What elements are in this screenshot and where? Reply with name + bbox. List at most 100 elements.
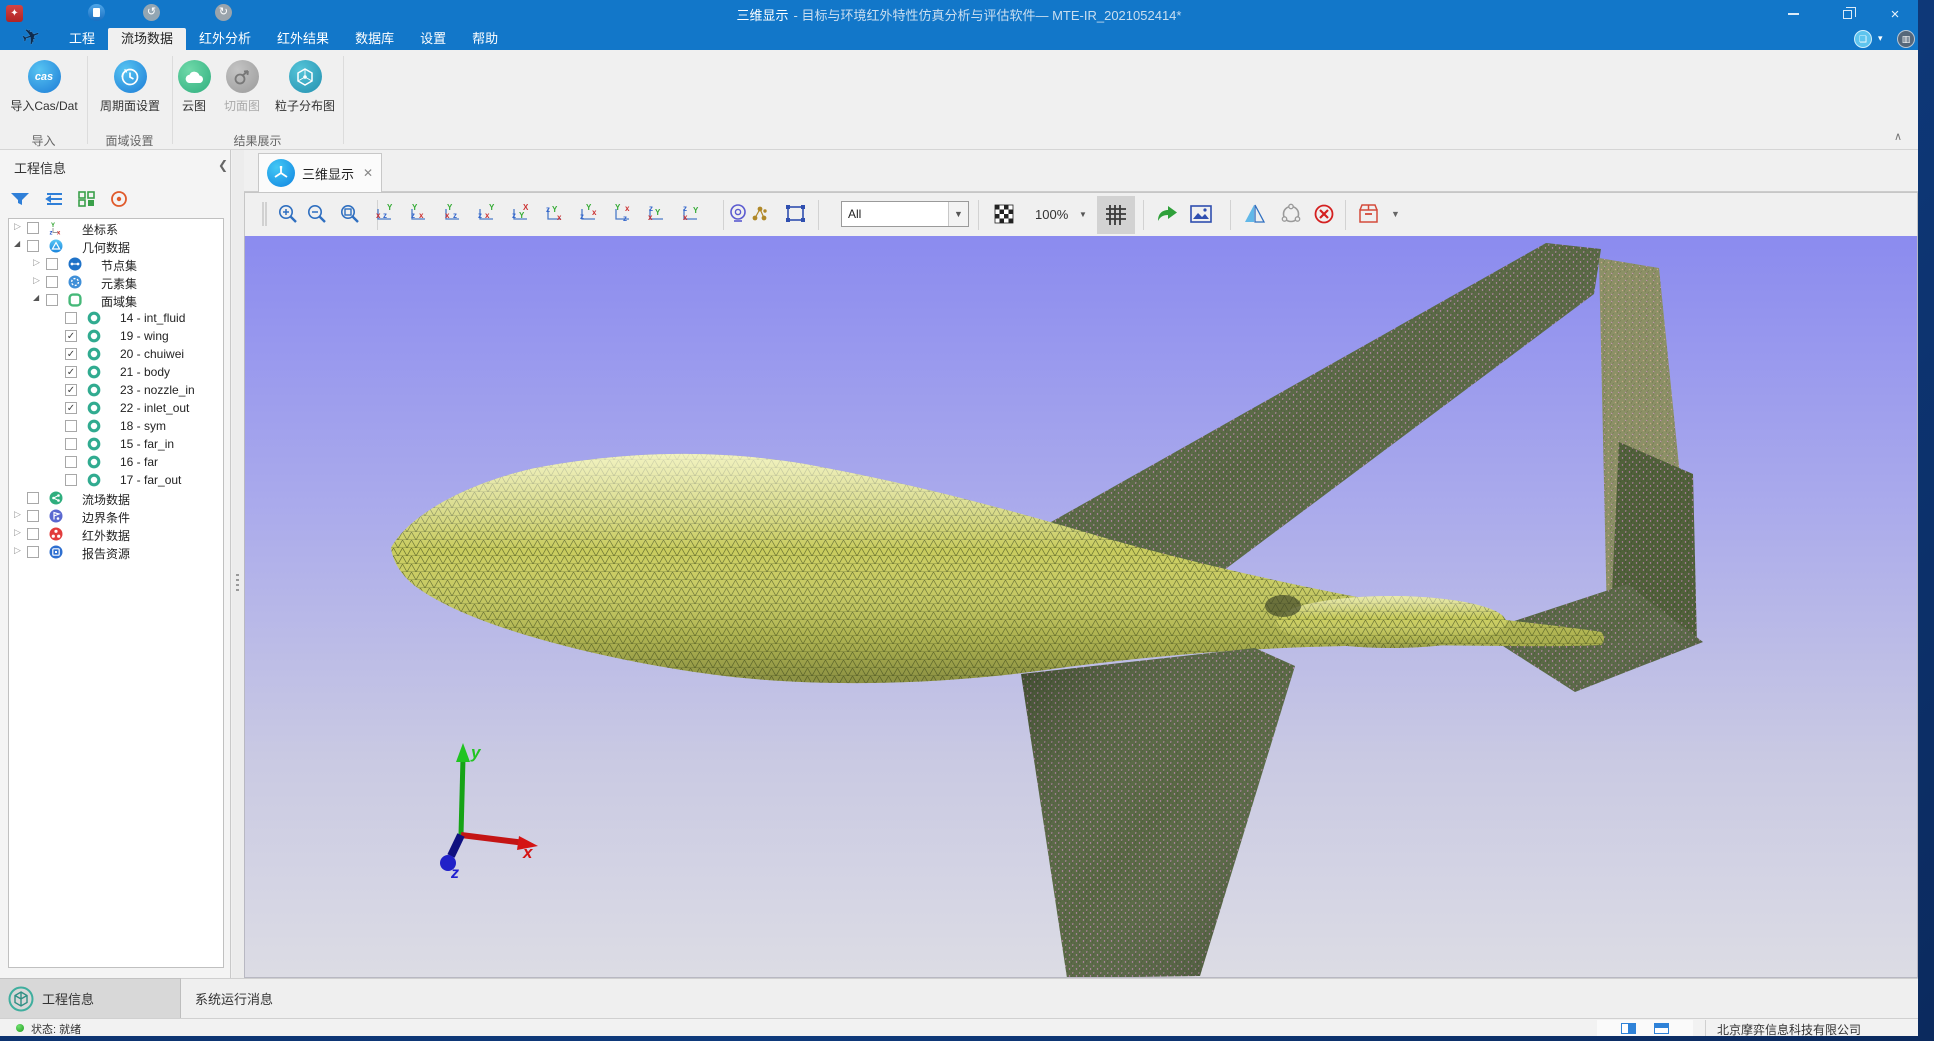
tree-checkbox[interactable] (65, 438, 77, 450)
collapse-panel-icon[interactable]: ❮ (218, 158, 228, 172)
tree-item-14-int_fluid[interactable]: 14 - int_fluid (9, 309, 223, 327)
menu-item-6[interactable]: 帮助 (459, 28, 511, 50)
tree-checkbox[interactable]: ✓ (65, 366, 77, 378)
panel-footer-button[interactable]: 工程信息 (0, 978, 181, 1018)
zoom-level-value[interactable]: 100% (1035, 207, 1068, 222)
tree-checkbox[interactable] (27, 510, 39, 522)
tree-item--[interactable]: ▷节点集 (9, 255, 223, 273)
title-bar[interactable]: ✦ ↺ ↻ 三维显示- 目标与环境红外特性仿真分析与评估软件— MTE-IR_2… (0, 0, 1918, 28)
tree-checkbox[interactable] (65, 456, 77, 468)
chevron-down-icon[interactable]: ▾ (1878, 33, 1883, 44)
cancel-icon[interactable] (1313, 203, 1337, 227)
tree-checkbox[interactable] (65, 474, 77, 486)
viewport-3d[interactable]: y x z (244, 236, 1918, 978)
menu-item-1[interactable]: 流场数据 (108, 28, 186, 50)
ribbon-button-particle-distribution[interactable]: 粒子分布图 (259, 60, 351, 114)
view-orientation-icon-10[interactable]: zxY (680, 203, 704, 227)
tree-item-23-nozzle_in[interactable]: ✓23 - nozzle_in (9, 381, 223, 399)
menu-item-2[interactable]: 红外分析 (186, 28, 264, 50)
tree-checkbox[interactable]: ✓ (65, 330, 77, 342)
snapshot-icon[interactable] (1189, 203, 1213, 227)
tree-checkbox[interactable] (27, 222, 39, 234)
collapse-ribbon-icon[interactable]: ∧ (1894, 130, 1902, 143)
mirror-icon[interactable] (1243, 203, 1267, 227)
tree-item-22-inlet_out[interactable]: ✓22 - inlet_out (9, 399, 223, 417)
restore-button[interactable] (1830, 0, 1864, 28)
tree-checkbox[interactable] (46, 258, 58, 270)
tree-checkbox[interactable] (27, 492, 39, 504)
expander-collapsed-icon[interactable]: ▷ (14, 545, 26, 556)
close-button[interactable]: × (1878, 0, 1912, 28)
view-orientation-icon-7[interactable]: zYx (578, 203, 602, 227)
expander-collapsed-icon[interactable]: ▷ (33, 257, 45, 268)
rings-icon[interactable] (1279, 203, 1303, 227)
menu-item-0[interactable]: 工程 (56, 28, 108, 50)
tree-item-20-chuiwei[interactable]: ✓20 - chuiwei (9, 345, 223, 363)
manual-icon[interactable]: ▥ (1897, 30, 1915, 48)
zoom-in-icon[interactable] (277, 203, 301, 227)
tree-item--[interactable]: ▷Yzx坐标系 (9, 219, 223, 237)
menu-item-4[interactable]: 数据库 (342, 28, 407, 50)
ribbon-button-cas-import[interactable]: cas导入Cas/Dat (0, 60, 90, 114)
panel-splitter[interactable] (232, 150, 244, 978)
tree-item-19-wing[interactable]: ✓19 - wing (9, 327, 223, 345)
tree-checkbox[interactable]: ✓ (65, 384, 77, 396)
tree-item-21-body[interactable]: ✓21 - body (9, 363, 223, 381)
zoom-out-icon[interactable] (306, 203, 330, 227)
tree-item-16-far[interactable]: 16 - far (9, 453, 223, 471)
layout-bottom-icon[interactable] (1654, 1023, 1669, 1034)
tree-item--[interactable]: ◢面域集 (9, 291, 223, 309)
tree-item-17-far_out[interactable]: 17 - far_out (9, 471, 223, 489)
tree-checkbox[interactable] (27, 240, 39, 252)
menu-item-5[interactable]: 设置 (407, 28, 459, 50)
tree-item--[interactable]: ▷红外数据 (9, 525, 223, 543)
tree-checkbox[interactable]: ✓ (65, 402, 77, 414)
tree-item--[interactable]: ▷元素集 (9, 273, 223, 291)
explode-icon[interactable] (749, 203, 773, 227)
transparency-icon[interactable] (993, 203, 1017, 227)
list-icon[interactable] (44, 191, 64, 212)
view-orientation-icon-5[interactable]: zYX (510, 203, 534, 227)
tab-3d-view[interactable]: 三维显示 ✕ (258, 153, 382, 192)
archive-box-icon[interactable] (1357, 203, 1381, 227)
export-arrow-icon[interactable] (1155, 203, 1179, 227)
filter-icon[interactable] (10, 191, 30, 212)
tree-item--[interactable]: ▷报告资源 (9, 543, 223, 561)
view-orientation-icon-8[interactable]: Yxz (612, 203, 636, 227)
tree-item--[interactable]: ◢几何数据 (9, 237, 223, 255)
expander-collapsed-icon[interactable]: ▷ (14, 527, 26, 538)
expander-collapsed-icon[interactable]: ▷ (14, 509, 26, 520)
expander-collapsed-icon[interactable]: ▷ (14, 221, 26, 232)
target-icon[interactable] (110, 190, 128, 213)
menu-item-3[interactable]: 红外结果 (264, 28, 342, 50)
layout-toggle-group[interactable] (1597, 1020, 1693, 1036)
toolbar-drag-handle[interactable] (262, 202, 268, 231)
tree-checkbox[interactable] (27, 528, 39, 540)
view-orientation-icon-4[interactable]: zxY (476, 203, 500, 227)
zoom-caret-icon[interactable]: ▼ (1079, 210, 1087, 219)
combobox-arrow-icon[interactable]: ▼ (948, 202, 968, 226)
expander-expanded-icon[interactable]: ◢ (14, 239, 26, 248)
grid-toggle-button[interactable] (1097, 196, 1135, 234)
grid-view-icon[interactable] (78, 191, 96, 212)
tree-item-15-far_in[interactable]: 15 - far_in (9, 435, 223, 453)
tree-checkbox[interactable]: ✓ (65, 348, 77, 360)
more-tools-caret-icon[interactable]: ▼ (1391, 209, 1400, 219)
layout-left-icon[interactable] (1621, 1023, 1636, 1034)
view-orientation-icon-3[interactable]: xzY (442, 203, 466, 227)
tree-checkbox[interactable] (65, 420, 77, 432)
tree-item--[interactable]: 流场数据 (9, 489, 223, 507)
tab-close-icon[interactable]: ✕ (363, 166, 373, 180)
theme-icon[interactable]: ❏ (1854, 30, 1872, 48)
tree-checkbox[interactable] (65, 312, 77, 324)
tree-item-18-sym[interactable]: 18 - sym (9, 417, 223, 435)
display-filter-combobox[interactable]: All ▼ (841, 201, 969, 227)
view-orientation-icon-2[interactable]: zxY (408, 203, 432, 227)
expander-collapsed-icon[interactable]: ▷ (33, 275, 45, 286)
zoom-fit-icon[interactable] (339, 203, 363, 227)
select-box-icon[interactable] (785, 203, 809, 227)
tree-item--[interactable]: ▷边界条件 (9, 507, 223, 525)
minimize-button[interactable] (1776, 0, 1810, 28)
probe-icon[interactable] (727, 203, 751, 227)
tree-checkbox[interactable] (27, 546, 39, 558)
